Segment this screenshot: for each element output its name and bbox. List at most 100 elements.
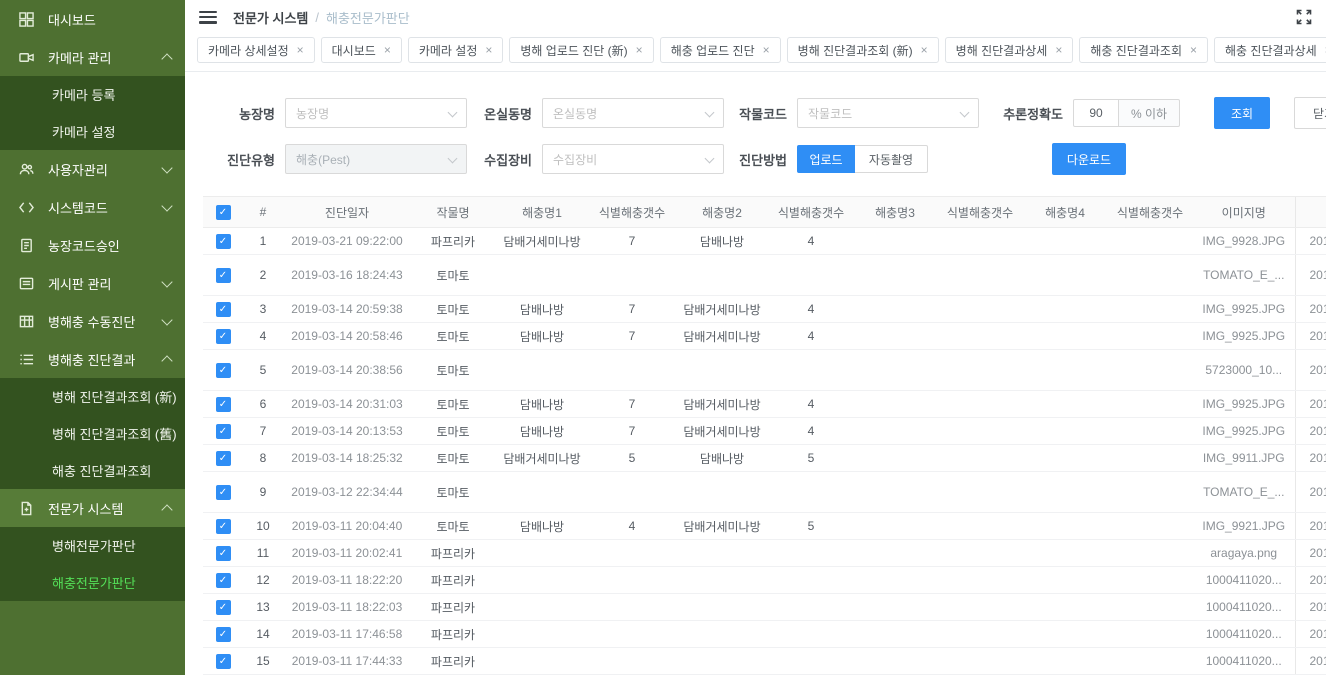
tab-close-icon[interactable]: × — [485, 43, 492, 57]
table-cell — [495, 255, 589, 296]
table-cell: 2019-03-14 20:59:38 — [283, 296, 411, 323]
row-checkbox[interactable]: ✓ — [216, 268, 231, 283]
crop-code-select[interactable]: 작물코드 — [797, 98, 979, 128]
sidebar-item-pest-results[interactable]: 해충 진단결과조회 — [0, 452, 185, 489]
table-cell — [937, 445, 1023, 472]
sidebar-item-manual-diagnosis[interactable]: 병해충 수동진단 — [0, 302, 185, 340]
row-checkbox[interactable]: ✓ — [216, 485, 231, 500]
row-checkbox[interactable]: ✓ — [216, 397, 231, 412]
search-button[interactable]: 조회 — [1214, 97, 1270, 129]
table-row: ✓132019-03-11 18:22:03파프리카1000411020...2… — [203, 594, 1326, 621]
sidebar-item-dashboard[interactable]: 대시보드 — [0, 0, 185, 38]
column-header: 식별해충갯수 — [769, 197, 853, 228]
row-checkbox[interactable]: ✓ — [216, 546, 231, 561]
sidebar-item-expert-system[interactable]: 전문가 시스템 — [0, 489, 185, 527]
table-cell-clipped: 2019 — [1295, 540, 1326, 567]
row-checkbox[interactable]: ✓ — [216, 363, 231, 378]
download-button[interactable]: 다운로드 — [1052, 143, 1126, 175]
tab-8[interactable]: 해충 진단결과조회× — [1079, 37, 1208, 63]
tab-5[interactable]: 해충 업로드 진단× — [660, 37, 781, 63]
table-cell — [1107, 648, 1193, 675]
table-cell-clipped: 2019 — [1295, 621, 1326, 648]
tab-2[interactable]: 대시보드× — [321, 37, 402, 63]
row-checkbox[interactable]: ✓ — [216, 600, 231, 615]
row-checkbox[interactable]: ✓ — [216, 451, 231, 466]
sidebar-item-user-mgmt[interactable]: 사용자관리 — [0, 150, 185, 188]
sidebar-item-disease-results-old[interactable]: 병해 진단결과조회 (舊) — [0, 415, 185, 452]
hamburger-menu-icon[interactable] — [199, 11, 217, 24]
table-cell: 12 — [243, 567, 283, 594]
tab-1[interactable]: 카메라 상세설정× — [197, 37, 315, 63]
table-cell — [937, 513, 1023, 540]
file-icon — [18, 500, 34, 516]
table-cell — [769, 255, 853, 296]
sidebar-item-camera-settings[interactable]: 카메라 설정 — [0, 113, 185, 150]
row-checkbox[interactable]: ✓ — [216, 424, 231, 439]
accuracy-input[interactable]: 90 — [1073, 99, 1119, 127]
row-checkbox[interactable]: ✓ — [216, 654, 231, 669]
row-checkbox[interactable]: ✓ — [216, 329, 231, 344]
sidebar-item-board-mgmt[interactable]: 게시판 관리 — [0, 264, 185, 302]
table-cell — [1023, 228, 1107, 255]
board-icon — [18, 275, 34, 291]
table-cell: 담배거세미나방 — [495, 228, 589, 255]
chevron-down-icon — [448, 107, 458, 117]
table-cell: 2019-03-14 20:58:46 — [283, 323, 411, 350]
tab-close-icon[interactable]: × — [636, 43, 643, 57]
table-cell: 10 — [243, 513, 283, 540]
tab-close-icon[interactable]: × — [763, 43, 770, 57]
table-cell: 담배거세미나방 — [675, 296, 769, 323]
tab-close-icon[interactable]: × — [297, 43, 304, 57]
tab-close-icon[interactable]: × — [921, 43, 928, 57]
table-cell — [853, 296, 937, 323]
row-checkbox[interactable]: ✓ — [216, 519, 231, 534]
row-checkbox[interactable]: ✓ — [216, 302, 231, 317]
table-cell: 4 — [769, 323, 853, 350]
tab-9[interactable]: 해충 진단결과상세× — [1214, 37, 1326, 63]
sidebar-item-system-code[interactable]: 시스템코드 — [0, 188, 185, 226]
sidebar-item-camera-register[interactable]: 카메라 등록 — [0, 76, 185, 113]
sidebar-item-farm-code-approval[interactable]: 농장코드승인 — [0, 226, 185, 264]
method-auto-capture-button[interactable]: 자동촬영 — [855, 145, 928, 173]
tab-close-icon[interactable]: × — [384, 43, 391, 57]
table-cell — [853, 350, 937, 391]
diagnosis-type-select[interactable]: 해충(Pest) — [285, 144, 467, 174]
farm-name-select[interactable]: 농장명 — [285, 98, 467, 128]
fullscreen-icon[interactable] — [1296, 9, 1312, 25]
greenhouse-select[interactable]: 온실동명 — [542, 98, 724, 128]
sidebar-item-pest-expert-judgment[interactable]: 해충전문가판단 — [0, 564, 185, 601]
table-cell: IMG_9921.JPG — [1193, 513, 1295, 540]
tab-7[interactable]: 병해 진단결과상세× — [945, 37, 1074, 63]
sidebar-item-camera-mgmt[interactable]: 카메라 관리 — [0, 38, 185, 76]
table-cell: 담배나방 — [675, 445, 769, 472]
tab-close-icon[interactable]: × — [1055, 43, 1062, 57]
sidebar-item-label: 병해충 수동진단 — [48, 312, 157, 331]
table-cell: 5 — [769, 445, 853, 472]
sidebar-item-disease-results-new[interactable]: 병해 진단결과조회 (新) — [0, 378, 185, 415]
tab-close-icon[interactable]: × — [1190, 43, 1197, 57]
method-upload-button[interactable]: 업로드 — [797, 145, 855, 173]
row-checkbox[interactable]: ✓ — [216, 627, 231, 642]
table-cell: 4 — [243, 323, 283, 350]
sidebar-item-diagnosis-results[interactable]: 병해충 진단결과 — [0, 340, 185, 378]
table-cell-clipped: 2018 — [1295, 418, 1326, 445]
table-row: ✓82019-03-14 18:25:32토마토담배거세미나방5담배나방5IMG… — [203, 445, 1326, 472]
select-all-checkbox[interactable]: ✓ — [216, 205, 231, 220]
row-checkbox[interactable]: ✓ — [216, 573, 231, 588]
tab-4[interactable]: 병해 업로드 진단 (新)× — [509, 37, 653, 63]
table-cell: 담배나방 — [495, 323, 589, 350]
tab-3[interactable]: 카메라 설정× — [408, 37, 504, 63]
table-cell: 파프리카 — [411, 540, 495, 567]
table-header: ✓#진단일자작물명해충명1식별해충갯수해충명2식별해충갯수해충명3식별해충갯수해… — [203, 197, 1326, 228]
table-cell: IMG_9911.JPG — [1193, 445, 1295, 472]
row-checkbox[interactable]: ✓ — [216, 234, 231, 249]
close-button[interactable]: 닫기 — [1294, 97, 1326, 129]
sidebar-item-disease-expert-judgment[interactable]: 병해전문가판단 — [0, 527, 185, 564]
tab-6[interactable]: 병해 진단결과조회 (新)× — [787, 37, 939, 63]
chevron-up-icon — [161, 504, 172, 515]
table-cell — [937, 418, 1023, 445]
table-cell — [589, 472, 675, 513]
device-select[interactable]: 수집장비 — [542, 144, 724, 174]
table-cell — [769, 648, 853, 675]
table-row: ✓102019-03-11 20:04:40토마토담배나방4담배거세미나방5IM… — [203, 513, 1326, 540]
